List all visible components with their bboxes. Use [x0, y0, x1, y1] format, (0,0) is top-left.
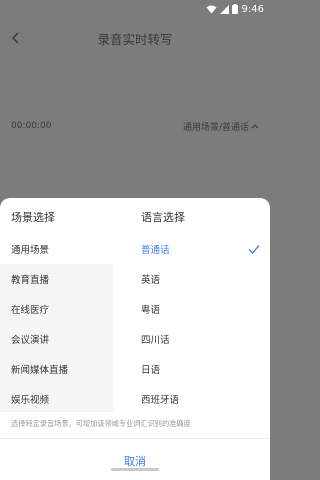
scene-item-label: 在线医疗 [11, 305, 50, 316]
scene-item-meeting-speech[interactable]: 会议演讲 [0, 324, 113, 354]
language-list: 普通话 英语 粤语 四川话 日语 西班牙语 [113, 234, 270, 412]
language-item-english[interactable]: 英语 [113, 264, 270, 294]
language-item-sichuanese[interactable]: 四川话 [113, 324, 270, 354]
scene-item-entertainment-video[interactable]: 娱乐视频 [0, 384, 113, 414]
status-bar: 9:46 [0, 0, 270, 18]
language-column-header: 语言选择 [141, 211, 185, 224]
scene-list: 通用场景 教育直播 在线医疗 会议演讲 新闻媒体直播 娱乐视频 [0, 234, 113, 412]
screen: 9:46 录音实时转写 00:00:00 通用场景/普通话 场景选择 语言选择 … [0, 0, 270, 480]
language-item-cantonese[interactable]: 粤语 [113, 294, 270, 324]
language-item-label: 西班牙语 [141, 395, 180, 406]
check-icon [248, 245, 260, 254]
scene-hint-text: 选择特定录音场景，可增加该领域专业词汇识别的准确度 [11, 419, 191, 428]
divider [0, 438, 270, 439]
language-item-label: 普通话 [141, 245, 170, 256]
scene-item-label: 通用场景 [11, 245, 50, 256]
scene-item-label: 教育直播 [11, 275, 50, 286]
language-item-label: 日语 [141, 365, 161, 376]
scene-item-label: 新闻媒体直播 [11, 365, 69, 376]
sheet-headers: 场景选择 语言选择 [0, 198, 270, 234]
signal-icon [219, 4, 229, 14]
mode-label: 通用场景/普通话 [182, 122, 249, 133]
scene-column-header: 场景选择 [11, 211, 55, 224]
cancel-button[interactable]: 取消 [0, 442, 270, 480]
wifi-icon [206, 5, 217, 13]
recording-duration: 00:00:00 [11, 121, 52, 131]
scene-item-online-medical[interactable]: 在线医疗 [0, 294, 113, 324]
scene-item-education-live[interactable]: 教育直播 [0, 264, 113, 294]
chevron-up-icon [251, 124, 259, 129]
status-time: 9:46 [241, 3, 264, 15]
page-title: 录音实时转写 [97, 31, 173, 47]
language-item-spanish[interactable]: 西班牙语 [113, 384, 270, 414]
mode-selector[interactable]: 通用场景/普通话 [183, 120, 259, 133]
scene-item-general[interactable]: 通用场景 [0, 234, 113, 264]
language-item-label: 英语 [141, 275, 161, 286]
home-indicator [111, 468, 159, 471]
scene-item-news-media-live[interactable]: 新闻媒体直播 [0, 354, 113, 384]
language-item-label: 粤语 [141, 305, 161, 316]
language-item-japanese[interactable]: 日语 [113, 354, 270, 384]
language-item-mandarin[interactable]: 普通话 [113, 234, 270, 264]
language-scene-sheet: 场景选择 语言选择 通用场景 教育直播 在线医疗 会议演讲 新闻媒体直播 娱乐视… [0, 198, 270, 480]
battery-icon [231, 4, 238, 14]
language-item-label: 四川话 [141, 335, 170, 346]
back-arrow-icon[interactable] [8, 30, 24, 46]
title-bar: 录音实时转写 [0, 18, 270, 58]
status-icons [206, 4, 238, 14]
scene-item-label: 会议演讲 [11, 335, 50, 346]
recording-info-row: 00:00:00 通用场景/普通话 [0, 116, 270, 136]
scene-item-label: 娱乐视频 [11, 395, 50, 406]
